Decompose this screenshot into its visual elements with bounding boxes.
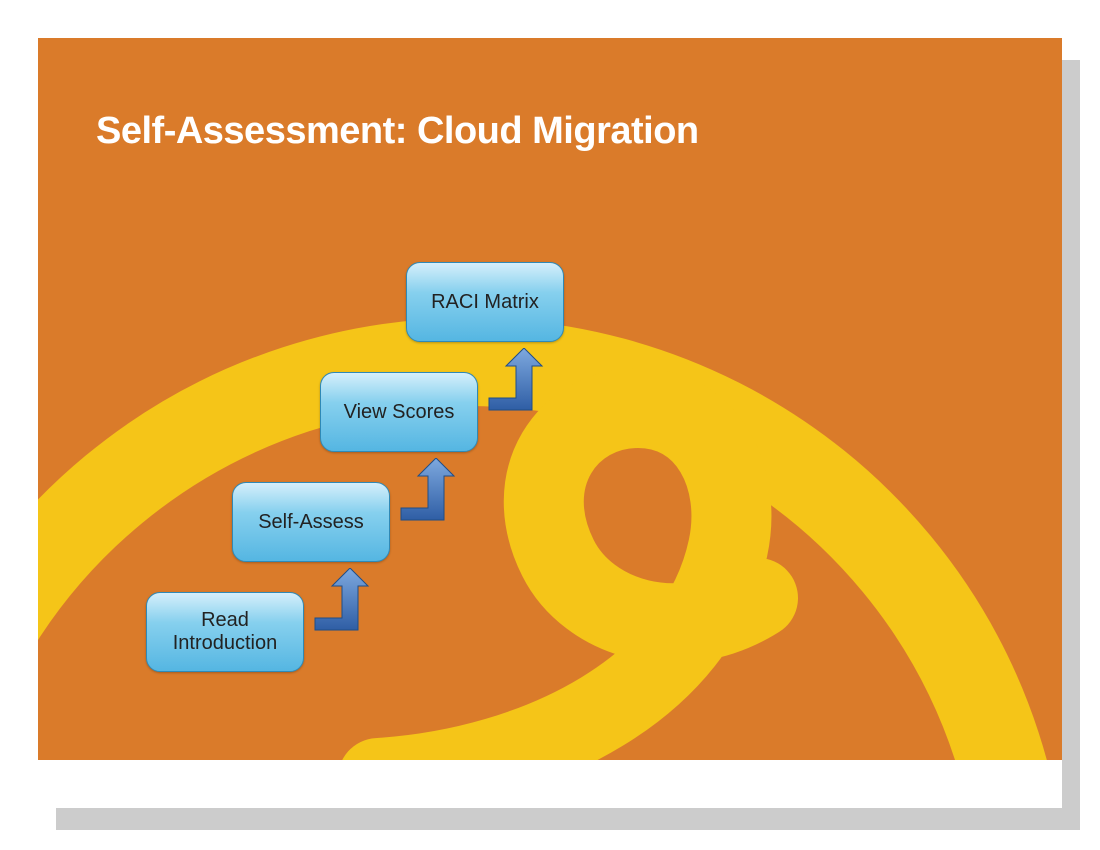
arrow-up-icon bbox=[484, 348, 544, 418]
step-view-scores[interactable]: View Scores bbox=[320, 372, 478, 452]
step-label: RACI Matrix bbox=[431, 291, 539, 314]
step-label: View Scores bbox=[344, 401, 455, 424]
step-raci-matrix[interactable]: RACI Matrix bbox=[406, 262, 564, 342]
step-read-introduction[interactable]: Read Introduction bbox=[146, 592, 304, 672]
step-label: Read Introduction bbox=[147, 609, 303, 655]
step-label: Self-Assess bbox=[258, 511, 364, 534]
slide-body: Self-Assessment: Cloud Migration Read In… bbox=[38, 38, 1062, 760]
slide-title: Self-Assessment: Cloud Migration bbox=[96, 110, 699, 153]
slide: Self-Assessment: Cloud Migration Read In… bbox=[38, 38, 1062, 808]
arrow-up-icon bbox=[310, 568, 370, 638]
stage: Self-Assessment: Cloud Migration Read In… bbox=[0, 0, 1100, 850]
step-self-assess[interactable]: Self-Assess bbox=[232, 482, 390, 562]
arrow-up-icon bbox=[396, 458, 456, 528]
